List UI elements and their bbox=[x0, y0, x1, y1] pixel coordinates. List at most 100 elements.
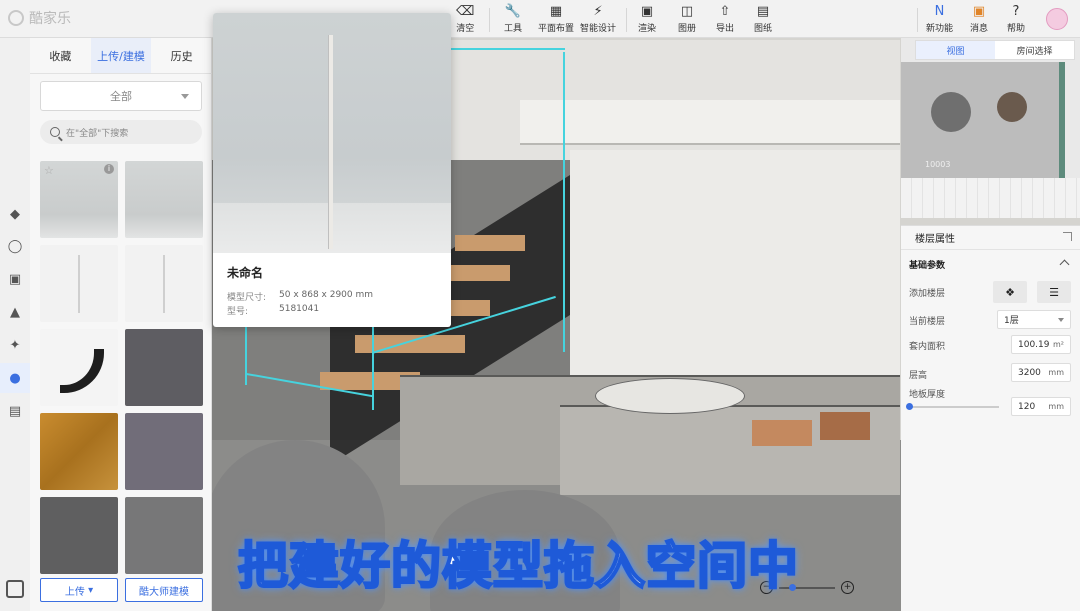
thickness-value: 120 bbox=[1018, 401, 1036, 412]
upload-button[interactable]: 上传 ▾ bbox=[40, 578, 118, 602]
tab-favorites[interactable]: 收藏 bbox=[30, 38, 91, 73]
chevron-down-icon bbox=[181, 94, 189, 99]
tab-view[interactable]: 视图 bbox=[916, 41, 995, 59]
model-thumbnail[interactable] bbox=[125, 161, 203, 238]
avatar[interactable] bbox=[1046, 8, 1068, 30]
model-thumbnail[interactable] bbox=[125, 245, 203, 322]
properties-header: 楼层属性 bbox=[901, 226, 1080, 250]
add-floor-above-button[interactable]: ❖ bbox=[993, 281, 1027, 303]
search-icon bbox=[50, 127, 60, 137]
expand-icon[interactable] bbox=[1063, 232, 1072, 241]
category-selected: 全部 bbox=[110, 90, 132, 103]
material-thumbnail[interactable] bbox=[40, 413, 118, 490]
thickness-slider[interactable] bbox=[909, 406, 999, 408]
toolbar-label: 平面布置 bbox=[538, 24, 575, 34]
current-floor-label: 当前楼层 bbox=[909, 317, 946, 327]
preview-image bbox=[213, 13, 451, 253]
album-button[interactable]: ◫ 图册 bbox=[678, 4, 697, 35]
add-floor-below-button[interactable]: ☰ bbox=[1037, 281, 1071, 303]
tab-room-select[interactable]: 房间选择 bbox=[995, 41, 1074, 59]
gift-icon: ▣ bbox=[972, 4, 986, 19]
model-number-label: 型号: bbox=[227, 307, 249, 317]
area-field[interactable]: 100.19 m² bbox=[1011, 335, 1071, 354]
model-library-panel: 收藏 上传/建模 历史 全部 在"全部"下搜索 ☆ i 上传 ▾ 酷大师建模 bbox=[30, 38, 212, 611]
thickness-slider-handle[interactable] bbox=[906, 403, 913, 410]
material-thumbnail[interactable] bbox=[125, 497, 203, 574]
toolbar-label: 帮助 bbox=[1007, 24, 1026, 34]
wrench-icon: 🔧 bbox=[504, 4, 522, 19]
search-input[interactable]: 在"全部"下搜索 bbox=[40, 120, 202, 144]
current-floor-value: 1层 bbox=[1004, 316, 1019, 326]
toolbar-divider bbox=[626, 8, 627, 32]
minimap-panel[interactable]: 10003 视图 房间选择 bbox=[901, 38, 1080, 218]
stair-step bbox=[455, 235, 525, 251]
thickness-field[interactable]: 120 mm bbox=[1011, 397, 1071, 416]
current-floor-select[interactable]: 1层 bbox=[997, 310, 1071, 329]
render-button[interactable]: ▣ 渲染 bbox=[638, 5, 657, 35]
star-icon[interactable]: ☆ bbox=[44, 164, 54, 177]
house-model-icon[interactable]: ◆ bbox=[5, 204, 25, 224]
messages-button[interactable]: ▣ 消息 bbox=[970, 4, 989, 35]
toolbar-label: 消息 bbox=[970, 24, 989, 34]
crown-icon[interactable]: ▲ bbox=[5, 302, 25, 322]
search-placeholder: 在"全部"下搜索 bbox=[66, 128, 129, 139]
material-thumbnail[interactable] bbox=[125, 413, 203, 490]
new-feature-icon: N bbox=[934, 4, 945, 19]
user-model-icon[interactable]: ● bbox=[0, 363, 30, 393]
area-unit: m² bbox=[1053, 340, 1064, 349]
cube-3d-icon[interactable]: ✦ bbox=[5, 335, 25, 355]
thickness-unit: mm bbox=[1048, 402, 1064, 411]
add-floor-label: 添加楼层 bbox=[909, 289, 946, 299]
cabinet-icon[interactable]: ▤ bbox=[5, 401, 25, 421]
model-number-row: 型号: 5181041 bbox=[227, 304, 319, 317]
model-thumbnail[interactable] bbox=[40, 245, 118, 322]
chevron-down-icon: ▾ bbox=[88, 584, 94, 596]
clear-button[interactable]: ⌫ 清空 bbox=[456, 5, 475, 35]
new-feature-button[interactable]: N 新功能 bbox=[926, 4, 953, 35]
material-thumbnail[interactable] bbox=[40, 497, 118, 574]
app-logo[interactable]: 酷家乐 bbox=[8, 8, 71, 28]
model-size-value: 50 x 868 x 2900 mm bbox=[279, 290, 374, 300]
floorplan-button[interactable]: ▦ 平面布置 bbox=[538, 5, 575, 35]
album-icon: ◫ bbox=[680, 4, 694, 19]
spiral-stair-shape bbox=[60, 349, 104, 393]
toolbar-divider bbox=[489, 8, 490, 32]
layout-toggle-icon[interactable] bbox=[6, 580, 24, 598]
cushion bbox=[752, 420, 812, 446]
top-toolbar: 酷家乐 ⌫ 清空 🔧 工具 ▦ 平面布置 ⚡ 智能设计 ▣ 渲染 ◫ 图册 ⇧ … bbox=[0, 0, 1080, 38]
toolbar-label: 图纸 bbox=[754, 24, 773, 34]
toolbar-label: 图册 bbox=[678, 24, 697, 34]
help-icon: ? bbox=[1012, 4, 1020, 19]
toolbar-label: 清空 bbox=[456, 24, 475, 34]
tools-button[interactable]: 🔧 工具 bbox=[504, 4, 522, 35]
layers-icon: ☰ bbox=[1049, 285, 1059, 299]
chevron-up-icon[interactable] bbox=[1059, 259, 1070, 270]
toolbar-label: 渲染 bbox=[638, 24, 657, 34]
upload-label: 上传 bbox=[64, 586, 85, 598]
master-modeling-button[interactable]: 酷大师建模 bbox=[125, 578, 203, 602]
floor-properties-panel: 楼层属性 基础参数 添加楼层 ❖ ☰ 当前楼层 1层 套内面积 100.19 m… bbox=[901, 225, 1080, 611]
material-thumbnail[interactable] bbox=[125, 329, 203, 406]
help-button[interactable]: ? 帮助 bbox=[1007, 4, 1026, 35]
add-floor-icon: ❖ bbox=[1005, 285, 1015, 299]
height-field[interactable]: 3200 mm bbox=[1011, 363, 1071, 382]
drawing-button[interactable]: ▤ 图纸 bbox=[754, 5, 773, 35]
model-thumbnail[interactable] bbox=[40, 329, 118, 406]
preview-panel-model bbox=[328, 35, 333, 249]
lightning-icon: ⚡ bbox=[593, 4, 603, 19]
toolbar-label: 导出 bbox=[716, 24, 735, 34]
info-icon[interactable]: i bbox=[104, 164, 114, 174]
app-name: 酷家乐 bbox=[29, 11, 71, 27]
toolbar-label: 智能设计 bbox=[580, 24, 617, 34]
tab-history[interactable]: 历史 bbox=[151, 38, 212, 73]
master-label: 酷大师建模 bbox=[139, 586, 189, 598]
smart-design-button[interactable]: ⚡ 智能设计 bbox=[580, 4, 617, 35]
export-button[interactable]: ⇧ 导出 bbox=[716, 5, 735, 35]
toolbar-divider bbox=[917, 8, 918, 32]
model-thumbnail[interactable]: ☆ i bbox=[40, 161, 118, 238]
lamp-icon[interactable]: ◯ bbox=[5, 236, 25, 256]
tab-upload-model[interactable]: 上传/建模 bbox=[90, 38, 152, 73]
category-dropdown[interactable]: 全部 bbox=[40, 81, 202, 111]
zoom-in-icon[interactable]: + bbox=[841, 581, 854, 594]
sofa-icon[interactable]: ▣ bbox=[5, 269, 25, 289]
